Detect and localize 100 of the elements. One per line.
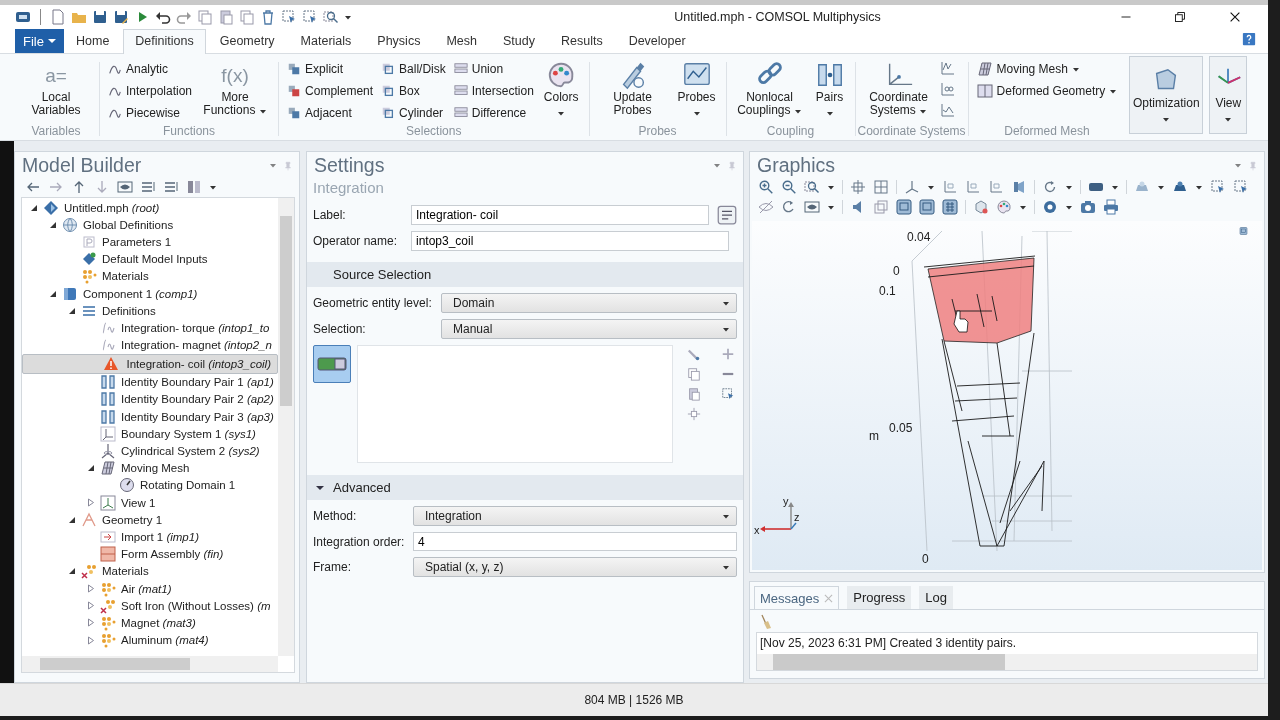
panel-tab[interactable]: Log [919, 586, 953, 609]
ribbon-button[interactable]: Intersection [451, 80, 536, 101]
caret-icon[interactable] [722, 512, 730, 520]
aperture-icon[interactable] [1042, 199, 1058, 215]
ribbon-tab[interactable]: Materials [288, 29, 364, 53]
ribbon-tab[interactable]: Physics [365, 29, 433, 53]
zoom-box-icon[interactable] [323, 8, 339, 25]
tree-item[interactable]: Materials [22, 267, 278, 285]
scrollbar[interactable] [757, 654, 1257, 670]
dropdown[interactable]: Spatial (x, y, z) [413, 557, 737, 577]
tree-item[interactable]: Identity Boundary Pair 2 (ap2) [22, 390, 278, 409]
ribbon-tab[interactable]: Study [491, 29, 547, 53]
dropdown[interactable]: Integration [413, 506, 737, 526]
ribbon-button[interactable]: Ball/Disk [379, 58, 448, 79]
select-icon[interactable] [721, 387, 735, 401]
zoom-selection-icon[interactable] [687, 407, 701, 421]
expanded-arrow-icon[interactable] [30, 203, 38, 212]
spotlight-icon[interactable] [1011, 179, 1027, 195]
tree-item[interactable]: Boundary System 1 (sys1) [22, 425, 278, 443]
select-icon[interactable] [1233, 179, 1249, 195]
collapsed-arrow-icon[interactable] [87, 635, 95, 645]
collapsed-arrow-icon[interactable] [87, 584, 95, 594]
tree-item[interactable]: Air (mat1) [22, 579, 278, 598]
tree-item[interactable]: Import 1 (imp1) [22, 528, 278, 546]
caret-icon[interactable] [1019, 203, 1027, 211]
chart-icon[interactable] [939, 102, 956, 118]
caret-icon[interactable] [1065, 183, 1073, 191]
rotate-icon[interactable] [1042, 179, 1058, 195]
ribbon-button[interactable]: Adjacent [285, 102, 376, 123]
select-icon[interactable] [281, 8, 297, 25]
collapsed-arrow-icon[interactable] [87, 498, 95, 508]
paste-icon[interactable] [687, 387, 701, 401]
section-header[interactable]: Advanced [307, 475, 743, 500]
ribbon-button[interactable]: View [1209, 56, 1248, 134]
tree-item[interactable]: Cylindrical System 2 (sys2) [22, 442, 278, 460]
expanded-arrow-icon[interactable] [87, 464, 95, 473]
tree-item[interactable]: Integration- coil (intop3_coil) [22, 353, 278, 374]
ribbon-button[interactable]: a= Local Variables [19, 56, 93, 124]
tree-item[interactable]: Component 1 (comp1) [22, 284, 278, 303]
chart-icon[interactable] [939, 81, 956, 97]
text-field[interactable]: intop3_coil [411, 231, 729, 251]
ribbon-button[interactable]: Cylinder [379, 102, 448, 123]
ribbon-tab[interactable]: Definitions [123, 29, 206, 54]
zoom-in-icon[interactable] [758, 179, 774, 195]
tree-item[interactable]: Identity Boundary Pair 3 (ap3) [22, 408, 278, 426]
ribbon-button[interactable]: Nonlocal Couplings [732, 56, 807, 124]
tree-item[interactable]: Identity Boundary Pair 1 (ap1) [22, 373, 278, 391]
select-icon[interactable] [302, 8, 318, 25]
ribbon-button[interactable]: Moving Mesh [974, 58, 1120, 79]
caret-icon[interactable] [927, 183, 935, 191]
ribbon-button[interactable]: Update Probes [595, 56, 670, 124]
caret-icon[interactable] [1065, 203, 1073, 211]
caret-icon[interactable] [722, 325, 730, 333]
ribbon-button[interactable]: Coordinate Systems [861, 56, 936, 124]
help-icon[interactable] [1242, 32, 1256, 46]
frame-icon[interactable] [896, 199, 912, 215]
scrollbar[interactable] [22, 656, 278, 672]
delete-icon[interactable] [260, 8, 276, 25]
paint-icon[interactable] [687, 347, 701, 361]
expanded-arrow-icon[interactable] [49, 289, 57, 298]
tree-item[interactable]: Moving Mesh [22, 459, 278, 477]
tree-item[interactable]: View 1 [22, 494, 278, 512]
table-icon[interactable] [942, 199, 958, 215]
text-field[interactable]: Integration- coil [411, 205, 709, 225]
ribbon-tab[interactable]: Developer [616, 29, 698, 53]
panel-tab[interactable]: Progress [847, 586, 912, 609]
ribbon-button[interactable]: Complement [285, 80, 376, 101]
collapsed-arrow-icon[interactable] [87, 618, 95, 628]
ribbon-button[interactable]: Difference [451, 102, 536, 123]
document-button-icon[interactable] [717, 205, 737, 225]
printer-icon[interactable] [1103, 199, 1119, 215]
save-icon[interactable] [92, 8, 108, 25]
save-as-icon[interactable] [113, 8, 129, 25]
hide-icon[interactable] [758, 199, 774, 215]
tree-item[interactable]: Materials [22, 562, 278, 580]
select-icon[interactable] [1210, 179, 1226, 195]
scrollbar[interactable] [278, 198, 294, 656]
caret-icon[interactable] [722, 299, 730, 307]
ribbon-button[interactable]: Explicit [285, 58, 376, 79]
ribbon-button[interactable]: Probes [673, 56, 720, 124]
text-field[interactable]: 4 [413, 532, 737, 551]
window-icon[interactable] [1239, 227, 1248, 235]
dropdown[interactable]: Domain [441, 293, 737, 313]
axes-icon[interactable] [904, 179, 920, 195]
toggle-button[interactable] [313, 345, 351, 383]
expanded-arrow-icon[interactable] [68, 567, 76, 576]
caret-icon[interactable] [209, 183, 217, 191]
list-icon[interactable] [163, 179, 179, 195]
columns-icon[interactable] [186, 179, 202, 195]
grid-icon[interactable] [873, 179, 889, 195]
caret-icon[interactable] [722, 563, 730, 571]
ribbon-button[interactable]: Optimization [1129, 56, 1204, 134]
ribbon-button[interactable]: Union [451, 58, 536, 79]
expanded-arrow-icon[interactable] [68, 515, 76, 524]
ribbon-tab[interactable]: Geometry [207, 29, 287, 53]
collapsed-arrow-icon[interactable] [87, 601, 95, 611]
tree-item[interactable]: Global Definitions [22, 216, 278, 234]
caret-icon[interactable] [1111, 183, 1119, 191]
frame-icon[interactable] [919, 199, 935, 215]
eye-icon[interactable] [117, 179, 133, 195]
